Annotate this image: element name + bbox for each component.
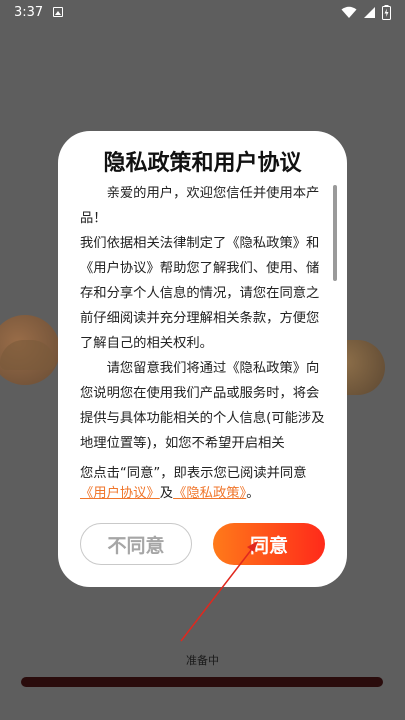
signal-icon	[364, 6, 375, 18]
consent-suffix: 。	[246, 486, 260, 501]
policy-paragraph: 请您留意我们将通过《隐私政策》向您说明您在使用我们产品或服务时，将会提供与具体功…	[80, 361, 325, 451]
status-time: 3:37	[14, 4, 44, 20]
consent-text: 您点击“同意”，即表示您已阅读并同意《用户协议》及《隐私政策》。	[80, 464, 330, 504]
privacy-policy-link[interactable]: 《隐私政策》	[173, 486, 246, 501]
wifi-icon	[341, 6, 357, 18]
loading-text: 准备中	[186, 654, 219, 667]
scrollbar-thumb[interactable]	[333, 185, 337, 281]
policy-paragraph: 我们依据相关法律制定了《隐私政策》和《用户协议》帮助您了解我们、使用、储存和分享…	[80, 236, 320, 351]
status-right	[341, 4, 391, 20]
consent-prefix: 您点击“同意”，即表示您已阅读并同意	[80, 466, 307, 481]
policy-scroll-area[interactable]: 亲爱的用户，欢迎您信任并使用本产品！ 我们依据相关法律制定了《隐私政策》和《用户…	[80, 181, 330, 467]
agree-button[interactable]: 同意	[213, 523, 325, 565]
dialog-title: 隐私政策和用户协议	[103, 151, 302, 176]
battery-icon	[382, 4, 391, 20]
image-notification-icon	[53, 7, 64, 17]
policy-paragraph: 亲爱的用户，欢迎您信任并使用本产品！	[80, 186, 320, 226]
status-bar: 3:37	[0, 0, 405, 24]
privacy-dialog: 隐私政策和用户协议 亲爱的用户，欢迎您信任并使用本产品！ 我们依据相关法律制定了…	[58, 131, 347, 587]
user-agreement-link[interactable]: 《用户协议》	[80, 486, 160, 501]
status-left: 3:37	[14, 4, 64, 20]
loading-progress-bar	[21, 677, 383, 687]
consent-and: 及	[159, 486, 174, 501]
disagree-button[interactable]: 不同意	[80, 523, 192, 565]
